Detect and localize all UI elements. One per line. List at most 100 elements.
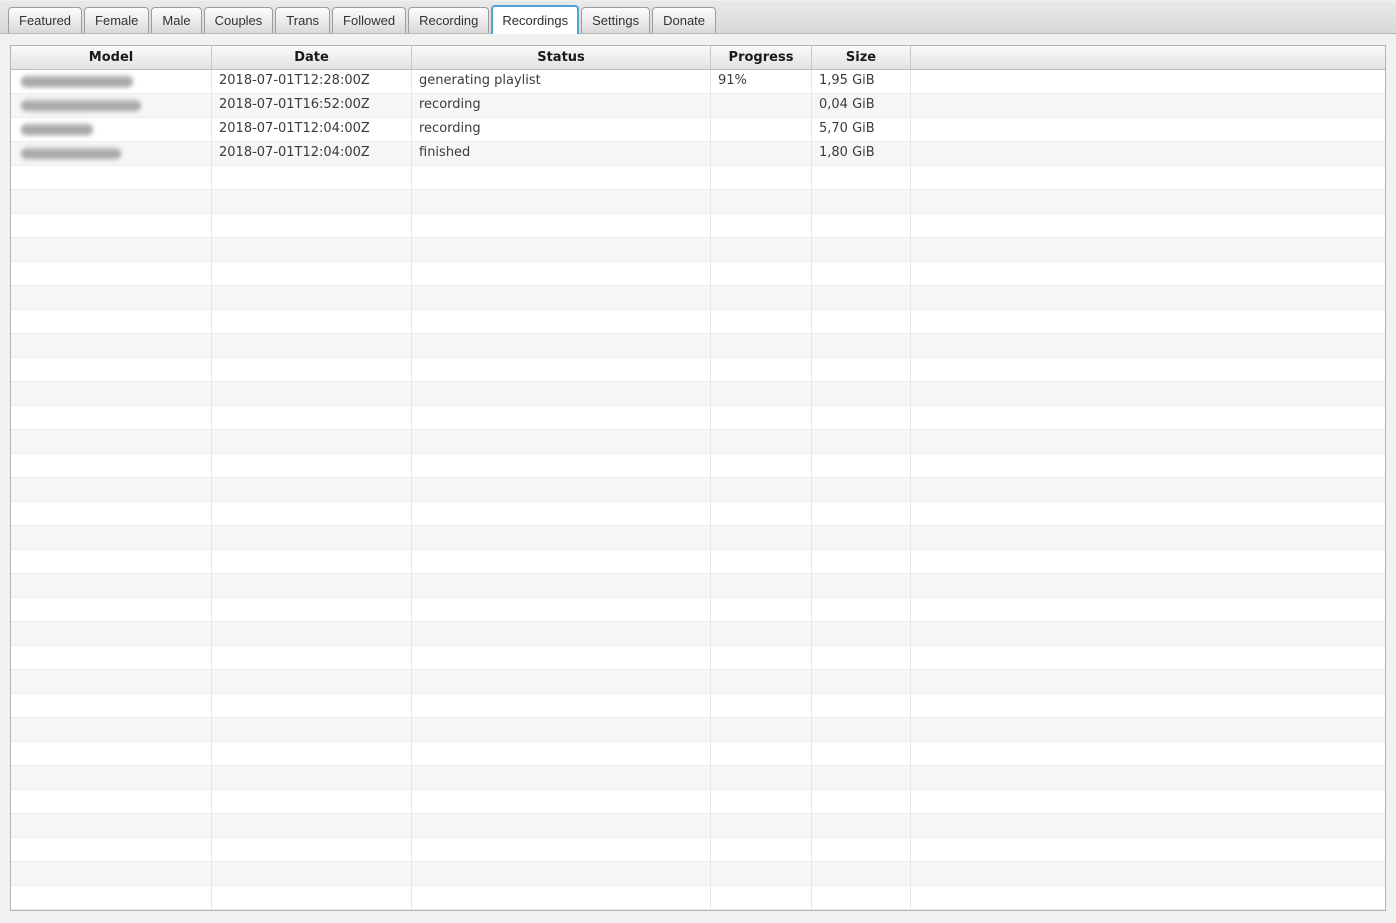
cell-status: recording — [412, 118, 711, 141]
empty-cell — [11, 790, 212, 813]
empty-table-row[interactable] — [11, 670, 1385, 694]
empty-cell — [11, 838, 212, 861]
empty-cell — [911, 766, 1385, 789]
empty-cell — [911, 406, 1385, 429]
empty-table-row[interactable] — [11, 238, 1385, 262]
empty-cell — [911, 478, 1385, 501]
empty-cell — [412, 238, 711, 261]
empty-cell — [412, 742, 711, 765]
empty-table-row[interactable] — [11, 190, 1385, 214]
empty-cell — [11, 238, 212, 261]
empty-cell — [412, 406, 711, 429]
table-row[interactable]: 2018-07-01T16:52:00Z recording 0,04 GiB — [11, 94, 1385, 118]
column-header-date[interactable]: Date — [212, 46, 412, 69]
column-header-label: Status — [537, 50, 585, 65]
empty-table-row[interactable] — [11, 214, 1385, 238]
empty-cell — [812, 670, 911, 693]
empty-cell — [911, 718, 1385, 741]
empty-cell — [212, 166, 412, 189]
table-row[interactable]: 2018-07-01T12:04:00Z recording 5,70 GiB — [11, 118, 1385, 142]
cell-progress — [711, 142, 812, 165]
empty-cell — [711, 814, 812, 837]
column-header-model[interactable]: Model — [11, 46, 212, 69]
empty-table-row[interactable] — [11, 478, 1385, 502]
tab-trans[interactable]: Trans — [275, 7, 331, 33]
tab-couples[interactable]: Couples — [203, 7, 274, 33]
empty-table-row[interactable] — [11, 382, 1385, 406]
table-row[interactable]: 2018-07-01T12:04:00Z finished 1,80 GiB — [11, 142, 1385, 166]
empty-cell — [911, 646, 1385, 669]
empty-cell — [212, 526, 412, 549]
column-header-size[interactable]: Size — [812, 46, 911, 69]
empty-cell — [412, 310, 711, 333]
empty-table-row[interactable] — [11, 358, 1385, 382]
empty-table-row[interactable] — [11, 790, 1385, 814]
empty-table-row[interactable] — [11, 622, 1385, 646]
tab-label: Recording — [419, 13, 479, 28]
empty-table-row[interactable] — [11, 166, 1385, 190]
empty-table-row[interactable] — [11, 334, 1385, 358]
empty-cell — [212, 694, 412, 717]
tab-label: Couples — [214, 13, 263, 28]
empty-cell — [711, 430, 812, 453]
empty-table-row[interactable] — [11, 502, 1385, 526]
empty-cell — [812, 190, 911, 213]
empty-cell — [911, 166, 1385, 189]
empty-table-row[interactable] — [11, 286, 1385, 310]
empty-table-row[interactable] — [11, 838, 1385, 862]
tab-label: Female — [95, 13, 139, 28]
empty-cell — [412, 166, 711, 189]
cell-filler — [911, 70, 1385, 93]
empty-cell — [711, 214, 812, 237]
empty-cell — [212, 406, 412, 429]
empty-cell — [812, 166, 911, 189]
tab-recording[interactable]: Recording — [408, 7, 490, 33]
tab-donate[interactable]: Donate — [652, 7, 717, 33]
empty-table-row[interactable] — [11, 430, 1385, 454]
tab-followed[interactable]: Followed — [332, 7, 407, 33]
empty-table-row[interactable] — [11, 694, 1385, 718]
column-header-label: Progress — [728, 50, 794, 65]
empty-table-row[interactable] — [11, 742, 1385, 766]
empty-table-row[interactable] — [11, 550, 1385, 574]
empty-table-row[interactable] — [11, 310, 1385, 334]
cell-date: 2018-07-01T12:04:00Z — [212, 142, 412, 165]
column-header-progress[interactable]: Progress — [711, 46, 812, 69]
empty-table-row[interactable] — [11, 646, 1385, 670]
empty-table-row[interactable] — [11, 574, 1385, 598]
empty-table-row[interactable] — [11, 262, 1385, 286]
tab-label: Recordings — [502, 13, 569, 28]
tab-male[interactable]: Male — [151, 7, 202, 33]
cell-status: recording — [412, 94, 711, 117]
empty-cell — [911, 334, 1385, 357]
tab-female[interactable]: Female — [84, 7, 150, 33]
empty-cell — [212, 622, 412, 645]
tab-recordings[interactable]: Recordings — [491, 5, 580, 34]
column-header-status[interactable]: Status — [412, 46, 711, 69]
empty-table-row[interactable] — [11, 526, 1385, 550]
empty-table-row[interactable] — [11, 886, 1385, 910]
tab-settings[interactable]: Settings — [581, 7, 651, 33]
empty-cell — [11, 598, 212, 621]
empty-table-row[interactable] — [11, 766, 1385, 790]
tab-bar: Featured Female Male Couples Trans Followed Re… — [0, 0, 1396, 34]
app-window: Featured Female Male Couples Trans Followed Re… — [0, 0, 1396, 922]
empty-table-row[interactable] — [11, 718, 1385, 742]
empty-cell — [11, 670, 212, 693]
empty-cell — [11, 454, 212, 477]
table-row[interactable]: 2018-07-01T12:28:00Z generating playlist 9… — [11, 70, 1385, 94]
empty-table-row[interactable] — [11, 862, 1385, 886]
column-header-label: Date — [294, 50, 329, 65]
tab-featured[interactable]: Featured — [8, 7, 83, 33]
empty-table-row[interactable] — [11, 454, 1385, 478]
empty-table-row[interactable] — [11, 598, 1385, 622]
empty-cell — [812, 766, 911, 789]
empty-table-row[interactable] — [11, 814, 1385, 838]
redacted-model-name — [21, 147, 121, 160]
empty-cell — [11, 646, 212, 669]
empty-table-row[interactable] — [11, 406, 1385, 430]
empty-cell — [212, 190, 412, 213]
empty-cell — [412, 190, 711, 213]
redacted-model-name — [21, 75, 133, 88]
cell-date: 2018-07-01T12:28:00Z — [212, 70, 412, 93]
